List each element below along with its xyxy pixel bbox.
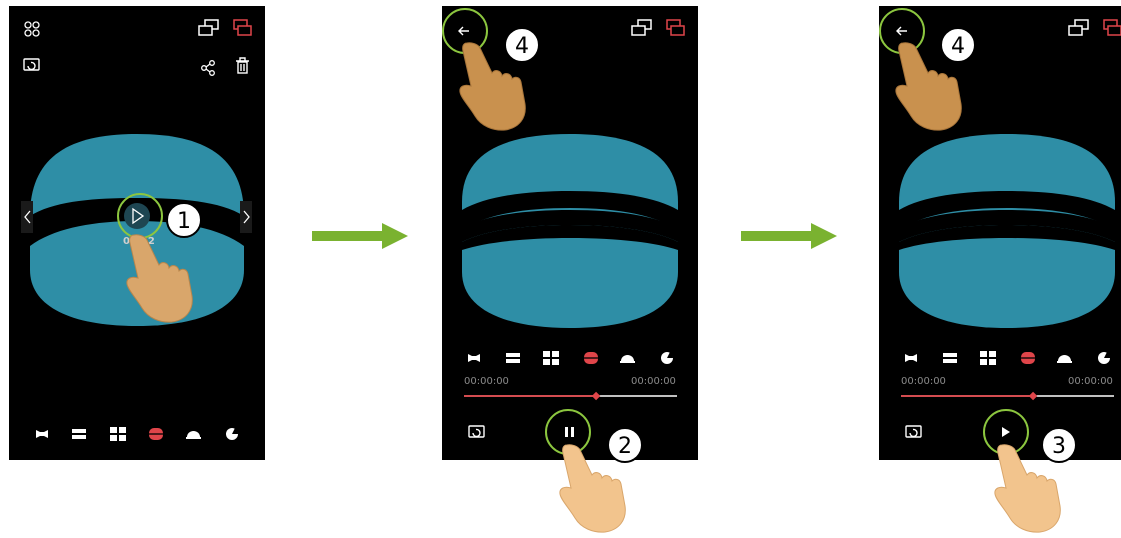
view-mode-bar (36, 427, 239, 441)
view-mode-globe-icon[interactable] (661, 352, 674, 364)
view-mode-globe-icon[interactable] (1098, 352, 1111, 364)
camera-switch-icon[interactable] (233, 19, 252, 36)
view-mode-cylinder-icon[interactable] (149, 428, 163, 440)
view-mode-split-2-icon[interactable] (72, 429, 86, 439)
pointing-hand-icon (126, 234, 193, 323)
time-start: 00:00:00 (901, 376, 946, 387)
progress-knob[interactable] (1028, 391, 1038, 401)
view-mode-cylinder-icon[interactable] (1021, 352, 1035, 364)
pause-icon[interactable] (565, 427, 574, 437)
back-arrow-icon[interactable] (458, 26, 469, 36)
time-end: 00:00:00 (1068, 376, 1113, 387)
view-mode-split-2-icon[interactable] (943, 353, 957, 363)
flow-arrow-1 (312, 223, 408, 249)
view-mode-panorama-icon[interactable] (468, 354, 480, 362)
view-mode-cylinder-icon[interactable] (584, 352, 598, 364)
progress-knob[interactable] (591, 391, 601, 401)
camera-switch-icon[interactable] (666, 19, 685, 36)
time-start: 00:00:00 (464, 376, 509, 387)
trash-icon[interactable] (236, 57, 249, 74)
view-mode-globe-icon[interactable] (226, 428, 239, 440)
view-mode-panorama-icon[interactable] (905, 354, 917, 362)
screen-mirror-icon[interactable] (631, 19, 652, 36)
back-arrow-icon[interactable] (896, 26, 907, 36)
view-mode-bar (905, 351, 1111, 365)
view-mode-split-4-icon[interactable] (110, 427, 126, 441)
view-mode-bar (468, 351, 674, 365)
playback-progress-bar[interactable] (464, 391, 677, 401)
play-icon[interactable] (1002, 427, 1010, 437)
rotate-icon[interactable] (23, 58, 40, 71)
time-end: 00:00:00 (631, 376, 676, 387)
grid-icon[interactable] (24, 21, 40, 37)
view-mode-dome-icon[interactable] (186, 431, 201, 439)
pointing-hand-icon (559, 444, 626, 533)
cylinder-fisheye-view[interactable] (462, 134, 678, 328)
pointing-hand-icon (994, 444, 1061, 533)
view-mode-split-4-icon[interactable] (543, 351, 559, 365)
view-mode-split-4-icon[interactable] (980, 351, 996, 365)
pointing-hand-icon (895, 42, 962, 131)
rotate-icon[interactable] (905, 425, 922, 438)
chevron-left-icon[interactable] (21, 201, 33, 233)
cylinder-fisheye-view[interactable] (899, 134, 1115, 328)
chevron-right-icon[interactable] (240, 201, 252, 233)
view-mode-split-2-icon[interactable] (506, 353, 520, 363)
play-icon[interactable] (124, 203, 150, 229)
view-mode-dome-icon[interactable] (1057, 355, 1072, 363)
rotate-icon[interactable] (468, 425, 485, 438)
screen-mirror-icon[interactable] (1068, 19, 1089, 36)
share-icon[interactable] (201, 60, 215, 76)
camera-switch-icon[interactable] (1103, 19, 1121, 36)
pointing-hand-icon (459, 42, 526, 131)
playback-progress-bar[interactable] (901, 391, 1114, 401)
view-mode-panorama-icon[interactable] (36, 430, 48, 438)
view-mode-dome-icon[interactable] (620, 355, 635, 363)
screen-mirror-icon[interactable] (198, 19, 219, 36)
flow-arrow-2 (741, 223, 837, 249)
